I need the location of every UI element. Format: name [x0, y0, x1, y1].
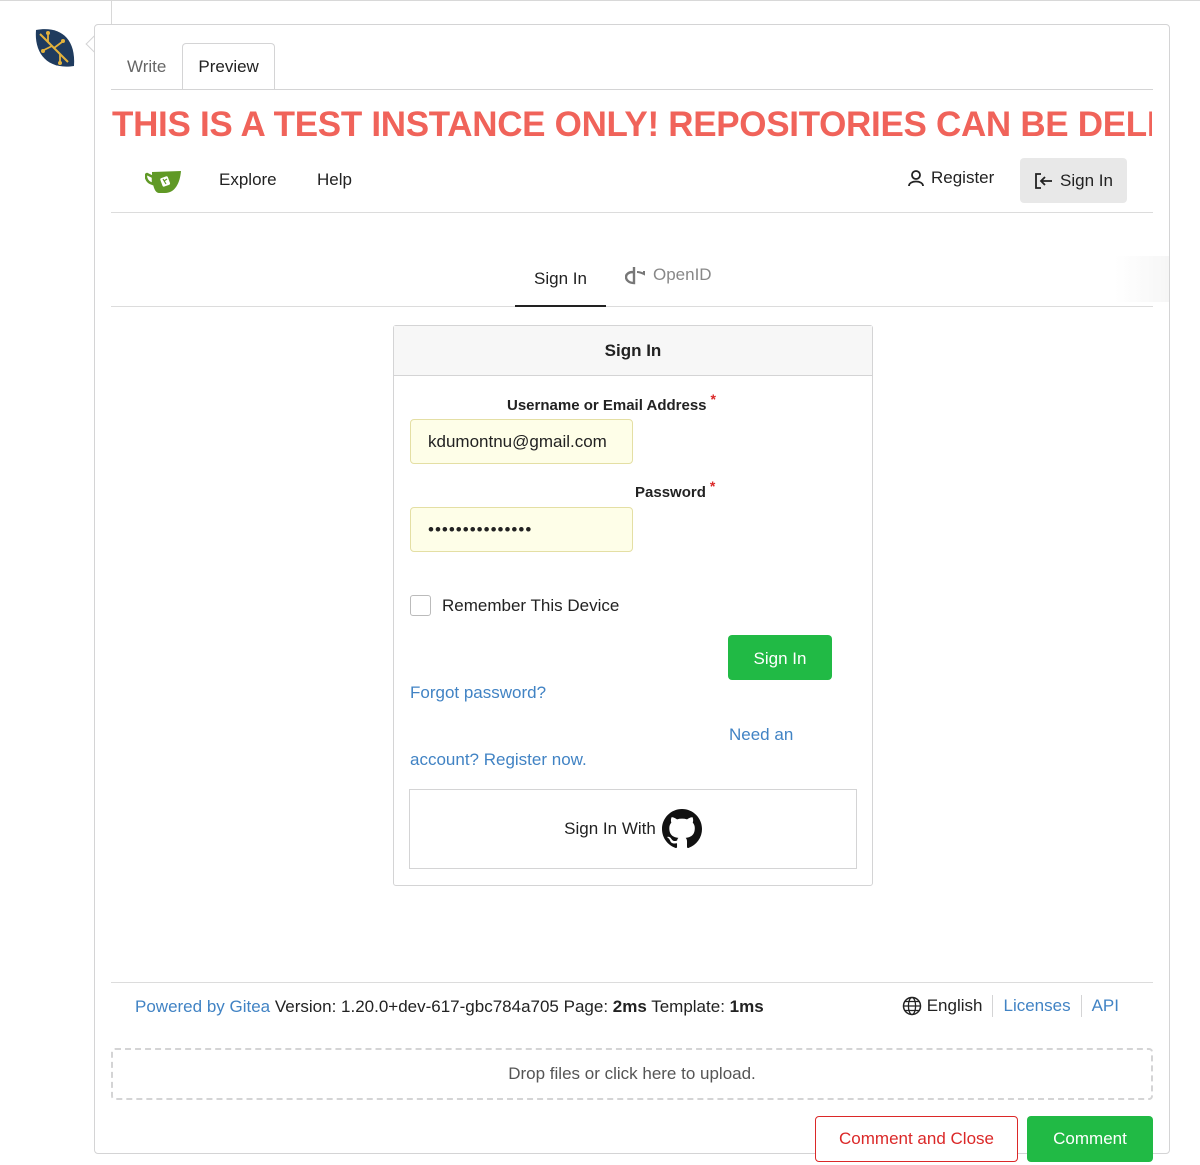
template-time: 1ms [729, 997, 764, 1016]
nav-sign-in-button[interactable]: Sign In [1020, 158, 1127, 203]
password-input[interactable] [410, 507, 633, 552]
username-label-text: Username or Email Address [507, 397, 707, 414]
github-sign-in-button[interactable]: Sign In With [409, 789, 857, 869]
register-link-line1[interactable]: Need an [729, 725, 793, 745]
faded-block [1115, 256, 1169, 302]
file-dropzone[interactable]: Drop files or click here to upload. [111, 1048, 1153, 1100]
openid-icon [625, 267, 645, 285]
sign-in-icon [1035, 172, 1053, 189]
remember-label: Remember This Device [442, 596, 620, 615]
auth-tab-openid[interactable]: OpenID [625, 265, 712, 285]
comment-and-close-button[interactable]: Comment and Close [815, 1116, 1018, 1162]
password-label-text: Password [635, 484, 706, 501]
navbar: Explore Help Register Sign In [111, 153, 1153, 213]
editor-tabs: Write Preview [111, 43, 275, 90]
nav-register-label: Register [931, 168, 995, 187]
powered-by-link[interactable]: Powered by Gitea [135, 997, 270, 1016]
github-icon [661, 809, 702, 849]
auth-tab-sign-in[interactable]: Sign In [515, 267, 606, 307]
gitea-teacup-icon [145, 171, 181, 193]
licenses-link[interactable]: Licenses [1003, 996, 1070, 1016]
page-footer: Powered by Gitea Version: 1.20.0+dev-617… [111, 982, 1153, 1034]
footer-version-info: Powered by Gitea Version: 1.20.0+dev-617… [135, 997, 764, 1017]
tabs-divider [111, 89, 1153, 90]
gitea-logo[interactable] [145, 167, 183, 195]
username-input[interactable] [410, 419, 633, 464]
footer-links: English Licenses API [902, 995, 1119, 1017]
comment-editor: Write Preview THIS IS A TEST INSTANCE ON… [94, 24, 1170, 1162]
auth-tabs: Sign In OpenID [111, 241, 1153, 307]
nav-sign-in-label: Sign In [1060, 170, 1113, 190]
page-time: 2ms [612, 997, 647, 1016]
oauth-label: Sign In With [564, 819, 656, 838]
required-mark: * [709, 478, 716, 494]
auth-tab-openid-label: OpenID [653, 265, 712, 284]
globe-icon [902, 996, 921, 1016]
person-icon [908, 170, 924, 187]
password-label: Password * [635, 478, 715, 501]
top-divider [0, 0, 1200, 1]
language-selector[interactable]: English [927, 996, 983, 1016]
comment-button[interactable]: Comment [1027, 1116, 1153, 1162]
timeline-line [111, 0, 112, 24]
remember-checkbox[interactable] [410, 595, 431, 616]
required-mark: * [710, 391, 716, 407]
sign-in-card: Sign In Username or Email Address* Passw… [393, 325, 873, 886]
footer-separator [992, 995, 994, 1017]
footer-separator [1080, 995, 1082, 1017]
preview-panel: THIS IS A TEST INSTANCE ONLY! REPOSITORI… [111, 91, 1169, 1162]
nav-help[interactable]: Help [317, 170, 352, 190]
username-label: Username or Email Address * [507, 391, 716, 414]
user-avatar[interactable] [28, 22, 80, 74]
nav-explore[interactable]: Explore [219, 170, 277, 190]
test-instance-banner: THIS IS A TEST INSTANCE ONLY! REPOSITORI… [112, 105, 1152, 144]
tab-preview[interactable]: Preview [182, 43, 275, 90]
sign-in-submit-button[interactable]: Sign In [728, 635, 832, 680]
card-title: Sign In [394, 326, 872, 376]
tab-write[interactable]: Write [111, 43, 182, 90]
forgot-password-link[interactable]: Forgot password? [410, 683, 546, 703]
register-link-line2[interactable]: account? Register now. [410, 750, 587, 770]
template-label: Template: [646, 997, 730, 1016]
leaf-circuit-icon [35, 29, 75, 67]
version-text: Version: 1.20.0+dev-617-gbc784a705 Page: [270, 997, 613, 1016]
api-link[interactable]: API [1092, 996, 1119, 1016]
nav-register[interactable]: Register [907, 168, 994, 188]
